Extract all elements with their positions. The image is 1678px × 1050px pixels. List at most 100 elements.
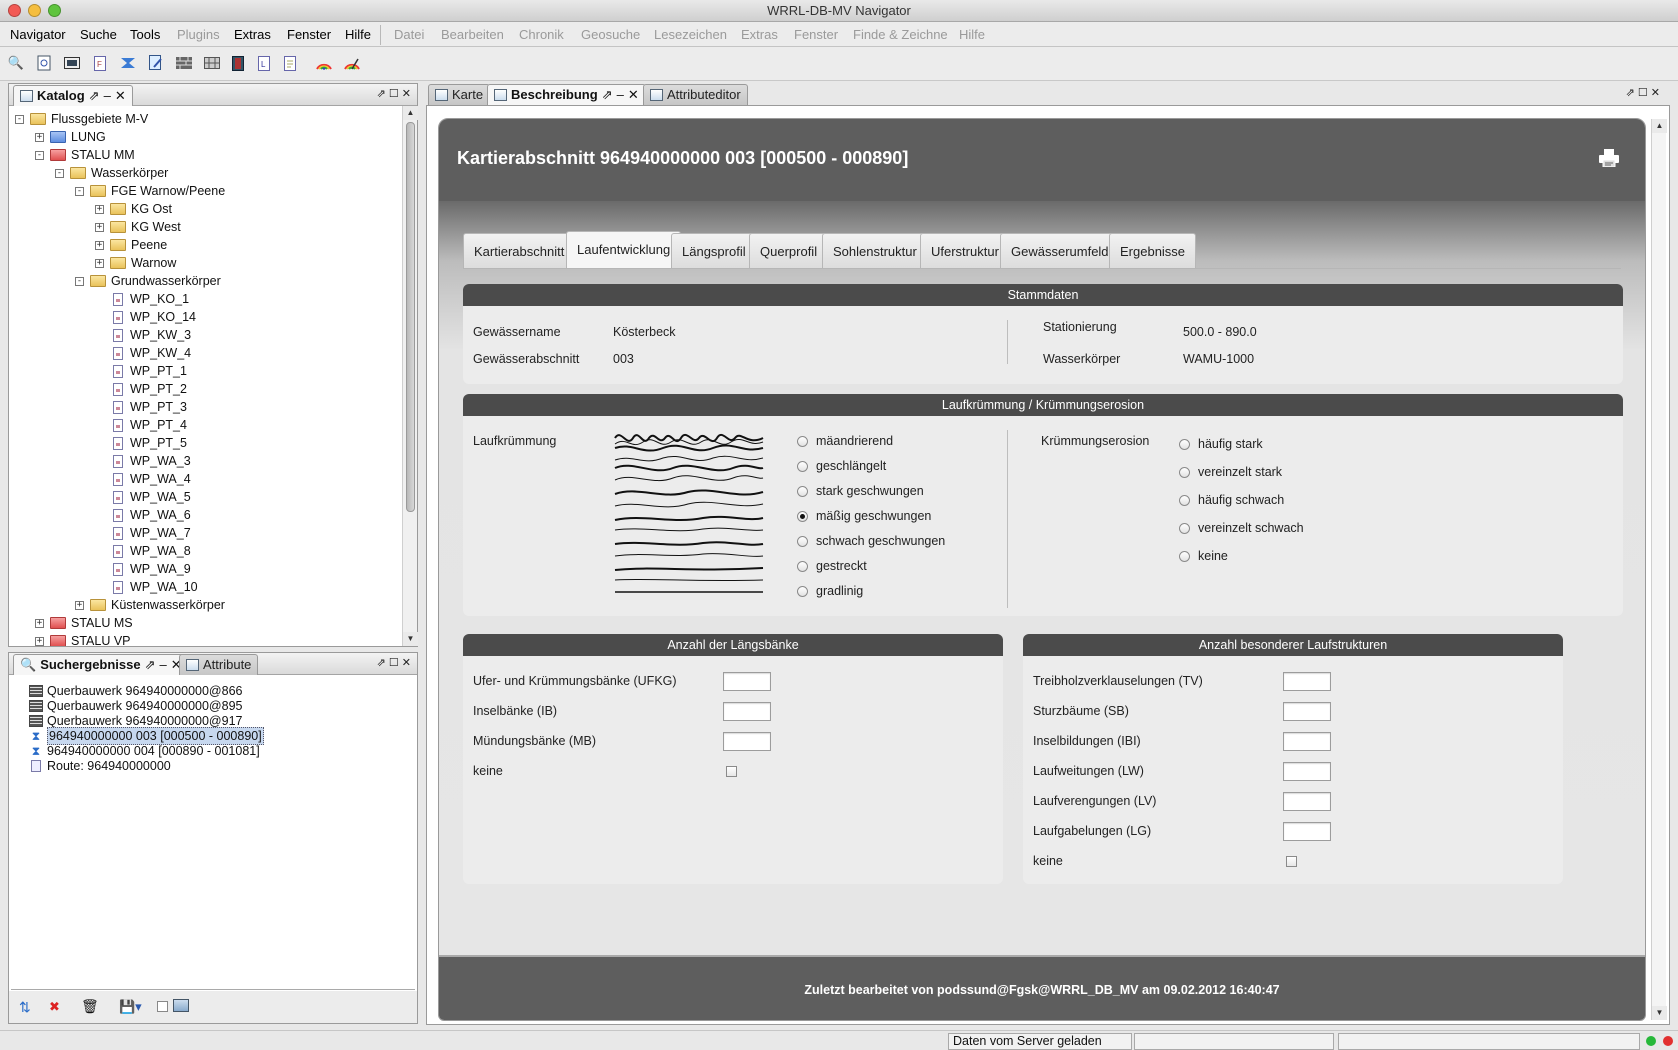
expand-icon[interactable]: + [95,258,104,268]
collapse-icon[interactable]: - [15,114,24,124]
grid-icon[interactable] [202,53,222,73]
list-item[interactable]: Querbauwerk 964940000000@866 [29,683,242,699]
tree-item[interactable]: WP_WA_5 [95,488,191,506]
remove-icon[interactable]: ✖ [49,999,60,1015]
pin-icon[interactable]: ⇗ [145,655,156,675]
count-input[interactable] [1283,672,1331,691]
edit-icon[interactable] [146,53,166,73]
count-input[interactable] [1283,792,1331,811]
expand-icon[interactable]: + [35,636,44,646]
menu-extras-2[interactable]: Extras [741,27,778,42]
minimize-icon[interactable]: – [160,655,167,675]
tab-kartierabschnitt[interactable]: Kartierabschnitt [463,233,576,269]
menu-geosuche[interactable]: Geosuche [581,27,640,42]
list-item[interactable]: ⧗ 964940000000 003 [000500 - 000890] [29,727,264,745]
menu-finde-zeichne[interactable]: Finde & Zeichne [853,27,948,42]
catalog-tree[interactable]: - Flussgebiete M-V + LUNG - STALU MM - Wasserkö… [9,106,401,646]
rainbow-edit-icon[interactable] [342,53,362,73]
menu-hilfe-2[interactable]: Hilfe [959,27,985,42]
tree-item[interactable]: WP_PT_2 [95,380,187,398]
count-input[interactable] [723,732,771,751]
main-scrollbar[interactable]: ▲ ▼ [1651,119,1667,1020]
document-icon[interactable]: F [90,53,110,73]
radio-button[interactable] [797,510,808,522]
expand-icon[interactable]: + [75,600,84,610]
menu-lesezeichen[interactable]: Lesezeichen [654,27,727,42]
catalog-scrollbar[interactable]: ▲ ▼ [402,106,418,646]
tree-item[interactable]: WP_WA_3 [95,452,191,470]
radio-option[interactable]: vereinzelt stark [1179,465,1282,479]
count-input[interactable] [1283,762,1331,781]
tab-katalog[interactable]: Katalog ⇗ – ✕ [13,85,133,106]
menu-fenster[interactable]: Fenster [287,27,331,42]
tree-item[interactable]: WP_KO_14 [95,308,196,326]
list-item[interactable]: Querbauwerk 964940000000@895 [29,698,242,714]
image-icon[interactable] [62,53,82,73]
keine-checkbox[interactable] [1286,856,1297,867]
count-input[interactable] [1283,702,1331,721]
radio-button[interactable] [1179,438,1190,450]
tree-item[interactable]: WP_PT_1 [95,362,187,380]
radio-button[interactable] [1179,494,1190,506]
select-all-checkbox[interactable] [157,1001,168,1012]
collapse-icon[interactable]: - [75,276,84,286]
tree-item[interactable]: WP_KW_4 [95,344,191,362]
radio-button[interactable] [1179,550,1190,562]
tree-item[interactable]: + Küstenwasserkörper [75,596,225,614]
menu-datei[interactable]: Datei [394,27,424,42]
tree-item[interactable]: - Wasserkörper [55,164,168,182]
radio-option[interactable]: gradlinig [797,584,863,598]
radio-option[interactable]: häufig schwach [1179,493,1284,507]
search-results-list[interactable]: Querbauwerk 964940000000@866 Querbauwerk … [11,681,415,989]
tree-item[interactable]: + KG West [95,218,181,236]
radio-option[interactable]: keine [1179,549,1228,563]
radio-option[interactable]: geschlängelt [797,459,886,473]
tab-laufentwicklung[interactable]: Laufentwicklung [566,231,682,269]
scroll-thumb[interactable] [406,122,415,512]
tree-item[interactable]: + Warnow [95,254,176,272]
target-icon[interactable] [34,53,54,73]
tree-item[interactable]: - STALU MM [35,146,135,164]
minimize-window-icon[interactable] [28,4,41,17]
keine-checkbox[interactable] [726,766,737,777]
collapse-icon[interactable]: - [35,150,44,160]
radio-button[interactable] [797,535,808,547]
menu-fenster-2[interactable]: Fenster [794,27,838,42]
tree-item[interactable]: + KG Ost [95,200,172,218]
tree-item[interactable]: WP_PT_3 [95,398,187,416]
tree-item[interactable]: WP_KO_1 [95,290,189,308]
tree-item[interactable]: + Peene [95,236,167,254]
collapse-icon[interactable]: - [75,186,84,196]
radio-button[interactable] [1179,466,1190,478]
radio-option[interactable]: stark geschwungen [797,484,924,498]
radio-option[interactable]: mäßig geschwungen [797,509,931,523]
printer-icon[interactable] [1599,149,1619,167]
tree-item[interactable]: + STALU MS [35,614,133,632]
tree-item[interactable]: WP_WA_10 [95,578,198,596]
close-window-icon[interactable] [8,4,21,17]
expand-icon[interactable]: + [35,132,44,142]
zoom-window-icon[interactable] [48,4,61,17]
tree-item[interactable]: - FGE Warnow/Peene [75,182,225,200]
page-icon[interactable] [280,53,300,73]
pin-icon[interactable]: ⇗ [89,86,100,106]
trash-icon[interactable]: 🗑 [81,998,99,1015]
list-item[interactable]: Route: 964940000000 [29,758,171,774]
count-input[interactable] [723,702,771,721]
radio-button[interactable] [797,435,808,447]
radio-option[interactable]: vereinzelt schwach [1179,521,1304,535]
expand-icon[interactable]: + [95,204,104,214]
pin-icon[interactable]: ⇗ [602,85,613,105]
radio-option[interactable]: schwach geschwungen [797,534,945,548]
expand-icon[interactable]: + [35,618,44,628]
count-input[interactable] [1283,732,1331,751]
tree-item[interactable]: WP_PT_5 [95,434,187,452]
layer-icon[interactable]: L [254,53,274,73]
tab-attributeditor[interactable]: Attributeditor [643,84,748,105]
menu-bearbeiten[interactable]: Bearbeiten [441,27,504,42]
tree-item[interactable]: + LUNG [35,128,106,146]
add-to-list-icon[interactable]: ⇅ [19,999,31,1016]
tree-item[interactable]: - Grundwasserkörper [75,272,221,290]
radio-option[interactable]: gestreckt [797,559,867,573]
tab-lngsprofil[interactable]: Längsprofil [671,233,757,269]
